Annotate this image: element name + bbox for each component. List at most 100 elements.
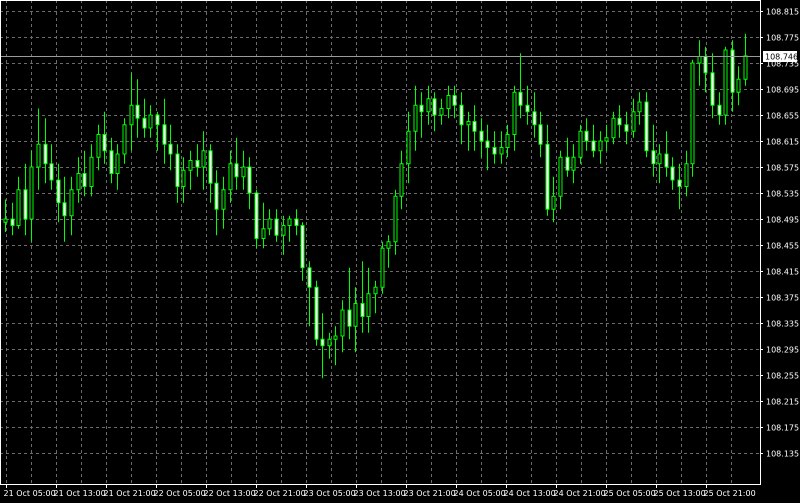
candle-bull [188, 160, 193, 171]
candle-bear [274, 218, 279, 236]
candle-bull [287, 218, 292, 226]
candle-bull [611, 117, 616, 139]
candle-bull [181, 169, 186, 187]
candle-bull [657, 153, 662, 165]
candle-bear [162, 124, 167, 145]
candle-bear [49, 163, 54, 181]
x-tick-label: 24 Oct 21:00 [554, 489, 606, 498]
y-tick-label: 108.455 [766, 242, 799, 251]
x-tick-label: 25 Oct 21:00 [704, 489, 756, 498]
candle-bear [208, 150, 213, 184]
candle-bear [82, 173, 87, 187]
candle-bull [413, 104, 418, 132]
x-tick-label: 21 Oct 13:00 [54, 489, 106, 498]
candle-bear [717, 104, 722, 116]
y-tick-label: 108.335 [766, 320, 799, 329]
candle-bull [551, 195, 556, 210]
candle-bear [545, 143, 550, 210]
x-tick-label: 22 Oct 13:00 [204, 489, 256, 498]
x-tick-label: 25 Oct 13:00 [654, 489, 706, 498]
candle-bull [684, 163, 689, 187]
candle-bull [380, 247, 385, 288]
y-tick-label: 108.375 [766, 294, 799, 303]
candle-bear [314, 286, 319, 340]
candle-bull [446, 95, 451, 109]
candle-bear [492, 147, 497, 155]
candle-bull [96, 134, 101, 158]
x-tick-label: 23 Oct 13:00 [354, 489, 406, 498]
candle-bear [307, 267, 312, 288]
x-tick-label: 24 Oct 05:00 [454, 489, 506, 498]
candle-bear [214, 182, 219, 210]
candle-bull [736, 78, 741, 93]
y-tick-label: 108.135 [766, 450, 799, 459]
current-price-label: 108.746 [765, 53, 798, 62]
candlestick-chart: 108.815108.775108.735108.695108.655108.6… [0, 0, 800, 503]
candle-bear [43, 143, 48, 165]
candle-bull [16, 189, 21, 226]
candle-bull [3, 218, 8, 223]
x-tick-label: 23 Oct 21:00 [404, 489, 456, 498]
candle-bull [373, 286, 378, 295]
candle-bull [115, 153, 120, 174]
candle-bear [109, 150, 114, 174]
candle-bull [571, 156, 576, 171]
candle-bear [485, 140, 490, 148]
candle-bear [472, 121, 477, 132]
candle-bull [697, 56, 702, 64]
candle-bull [221, 189, 226, 210]
candle-bull [690, 62, 695, 165]
y-tick-label: 108.615 [766, 138, 799, 147]
candle-bear [565, 156, 570, 171]
y-tick-label: 108.695 [766, 86, 799, 95]
candle-bull [36, 143, 41, 168]
candle-bear [617, 117, 622, 126]
candle-bull [122, 124, 127, 155]
candle-bear [175, 153, 180, 187]
candle-bull [228, 163, 233, 191]
candle-bull [505, 134, 510, 148]
candle-bear [459, 104, 464, 126]
candle-bull [499, 147, 504, 155]
candle-bull [29, 166, 34, 220]
candle-bull [426, 98, 431, 113]
candle-bull [261, 228, 266, 239]
candle-bear [651, 150, 656, 165]
candle-bear [703, 56, 708, 74]
x-tick-label: 23 Oct 05:00 [304, 489, 356, 498]
candle-bear [525, 104, 530, 113]
y-tick-label: 108.255 [766, 372, 799, 381]
candle-bull [386, 241, 391, 249]
candle-bear [360, 303, 365, 317]
candle-bear [710, 72, 715, 106]
candle-bear [419, 104, 424, 113]
candle-bull [148, 114, 153, 129]
candle-bear [584, 130, 589, 142]
candle-bear [532, 111, 537, 126]
x-tick-label: 21 Oct 21:00 [104, 489, 156, 498]
candle-bull [241, 166, 246, 178]
candle-bear [479, 130, 484, 142]
y-tick-label: 108.575 [766, 164, 799, 173]
y-tick-label: 108.175 [766, 424, 799, 433]
candle-bear [320, 338, 325, 347]
candle-bear [56, 179, 61, 204]
candle-bear [23, 189, 28, 220]
candle-bear [664, 153, 669, 168]
candle-bull [604, 137, 609, 142]
candle-bear [670, 166, 675, 181]
y-tick-label: 108.415 [766, 268, 799, 277]
candle-bear [538, 124, 543, 145]
candle-bull [406, 130, 411, 165]
y-tick-label: 108.655 [766, 112, 799, 121]
candle-bull [578, 130, 583, 158]
candle-bear [234, 163, 239, 178]
candle-bull [743, 55, 748, 80]
candle-bear [254, 192, 259, 239]
candle-bull [512, 91, 517, 135]
candle-bear [294, 218, 299, 226]
x-tick-label: 25 Oct 05:00 [604, 489, 656, 498]
candle-bull [558, 156, 563, 197]
candle-bull [340, 309, 345, 337]
candle-bear [347, 309, 352, 327]
